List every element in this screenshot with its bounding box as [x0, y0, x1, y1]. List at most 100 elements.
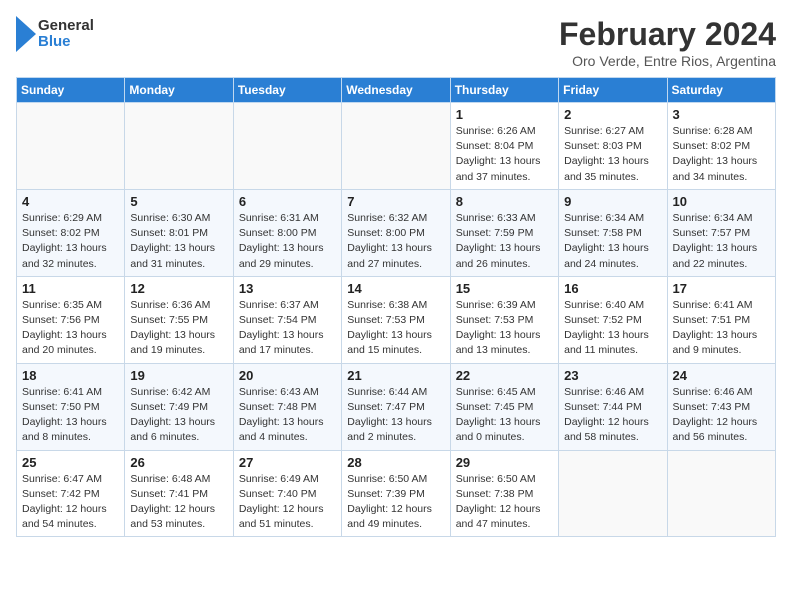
day-number: 12: [130, 281, 227, 296]
calendar-cell: 1 Sunrise: 6:26 AM Sunset: 8:04 PM Daylig…: [450, 103, 558, 190]
logo-blue: Blue: [38, 34, 94, 51]
day-info: Sunrise: 6:35 AM Sunset: 7:56 PM Dayligh…: [22, 298, 119, 359]
day-info: Sunrise: 6:38 AM Sunset: 7:53 PM Dayligh…: [347, 298, 444, 359]
day-info: Sunrise: 6:26 AM Sunset: 8:04 PM Dayligh…: [456, 124, 553, 185]
day-number: 15: [456, 281, 553, 296]
calendar-cell: [125, 103, 233, 190]
day-number: 21: [347, 368, 444, 383]
day-number: 14: [347, 281, 444, 296]
day-number: 13: [239, 281, 336, 296]
day-header-saturday: Saturday: [667, 78, 775, 103]
day-info: Sunrise: 6:28 AM Sunset: 8:02 PM Dayligh…: [673, 124, 770, 185]
day-info: Sunrise: 6:49 AM Sunset: 7:40 PM Dayligh…: [239, 472, 336, 533]
day-number: 28: [347, 455, 444, 470]
calendar-cell: 3 Sunrise: 6:28 AM Sunset: 8:02 PM Daylig…: [667, 103, 775, 190]
calendar-cell: 13 Sunrise: 6:37 AM Sunset: 7:54 PM Dayli…: [233, 276, 341, 363]
calendar-cell: [233, 103, 341, 190]
day-info: Sunrise: 6:37 AM Sunset: 7:54 PM Dayligh…: [239, 298, 336, 359]
day-info: Sunrise: 6:29 AM Sunset: 8:02 PM Dayligh…: [22, 211, 119, 272]
day-header-friday: Friday: [559, 78, 667, 103]
day-info: Sunrise: 6:41 AM Sunset: 7:51 PM Dayligh…: [673, 298, 770, 359]
day-header-monday: Monday: [125, 78, 233, 103]
calendar-week-row: 4 Sunrise: 6:29 AM Sunset: 8:02 PM Daylig…: [17, 189, 776, 276]
day-info: Sunrise: 6:47 AM Sunset: 7:42 PM Dayligh…: [22, 472, 119, 533]
day-number: 10: [673, 194, 770, 209]
logo-triangle-icon: [16, 16, 36, 52]
calendar-week-row: 25 Sunrise: 6:47 AM Sunset: 7:42 PM Dayli…: [17, 450, 776, 537]
calendar-cell: 11 Sunrise: 6:35 AM Sunset: 7:56 PM Dayli…: [17, 276, 125, 363]
calendar-cell: [667, 450, 775, 537]
calendar-cell: 2 Sunrise: 6:27 AM Sunset: 8:03 PM Daylig…: [559, 103, 667, 190]
calendar-cell: 8Sunrise: 6:33 AM Sunset: 7:59 PM Daylig…: [450, 189, 558, 276]
calendar-cell: 14 Sunrise: 6:38 AM Sunset: 7:53 PM Dayli…: [342, 276, 450, 363]
location-subtitle: Oro Verde, Entre Rios, Argentina: [559, 53, 776, 69]
day-header-sunday: Sunday: [17, 78, 125, 103]
day-info: Sunrise: 6:43 AM Sunset: 7:48 PM Dayligh…: [239, 385, 336, 446]
calendar-table: SundayMondayTuesdayWednesdayThursdayFrid…: [16, 77, 776, 537]
day-info: Sunrise: 6:27 AM Sunset: 8:03 PM Dayligh…: [564, 124, 661, 185]
calendar-week-row: 1 Sunrise: 6:26 AM Sunset: 8:04 PM Daylig…: [17, 103, 776, 190]
day-info: Sunrise: 6:48 AM Sunset: 7:41 PM Dayligh…: [130, 472, 227, 533]
calendar-cell: 6 Sunrise: 6:31 AM Sunset: 8:00 PM Daylig…: [233, 189, 341, 276]
page-header: General Blue February 2024 Oro Verde, En…: [16, 16, 776, 69]
day-number: 26: [130, 455, 227, 470]
day-info: Sunrise: 6:46 AM Sunset: 7:43 PM Dayligh…: [673, 385, 770, 446]
calendar-cell: 16Sunrise: 6:40 AM Sunset: 7:52 PM Dayli…: [559, 276, 667, 363]
logo-container: General Blue: [16, 16, 94, 52]
calendar-cell: 20Sunrise: 6:43 AM Sunset: 7:48 PM Dayli…: [233, 363, 341, 450]
day-info: Sunrise: 6:46 AM Sunset: 7:44 PM Dayligh…: [564, 385, 661, 446]
day-info: Sunrise: 6:32 AM Sunset: 8:00 PM Dayligh…: [347, 211, 444, 272]
day-number: 22: [456, 368, 553, 383]
calendar-cell: 5 Sunrise: 6:30 AM Sunset: 8:01 PM Daylig…: [125, 189, 233, 276]
calendar-cell: 17 Sunrise: 6:41 AM Sunset: 7:51 PM Dayli…: [667, 276, 775, 363]
calendar-cell: 27 Sunrise: 6:49 AM Sunset: 7:40 PM Dayli…: [233, 450, 341, 537]
calendar-cell: 19 Sunrise: 6:42 AM Sunset: 7:49 PM Dayli…: [125, 363, 233, 450]
day-number: 9: [564, 194, 661, 209]
day-info: Sunrise: 6:31 AM Sunset: 8:00 PM Dayligh…: [239, 211, 336, 272]
day-info: Sunrise: 6:39 AM Sunset: 7:53 PM Dayligh…: [456, 298, 553, 359]
calendar-week-row: 18 Sunrise: 6:41 AM Sunset: 7:50 PM Dayli…: [17, 363, 776, 450]
day-header-tuesday: Tuesday: [233, 78, 341, 103]
calendar-cell: 10Sunrise: 6:34 AM Sunset: 7:57 PM Dayli…: [667, 189, 775, 276]
logo: General Blue: [16, 16, 94, 52]
calendar-cell: 9 Sunrise: 6:34 AM Sunset: 7:58 PM Daylig…: [559, 189, 667, 276]
day-info: Sunrise: 6:36 AM Sunset: 7:55 PM Dayligh…: [130, 298, 227, 359]
day-number: 2: [564, 107, 661, 122]
calendar-cell: 24 Sunrise: 6:46 AM Sunset: 7:43 PM Dayli…: [667, 363, 775, 450]
day-number: 4: [22, 194, 119, 209]
calendar-cell: 15 Sunrise: 6:39 AM Sunset: 7:53 PM Dayli…: [450, 276, 558, 363]
calendar-cell: 23 Sunrise: 6:46 AM Sunset: 7:44 PM Dayli…: [559, 363, 667, 450]
calendar-cell: 22 Sunrise: 6:45 AM Sunset: 7:45 PM Dayli…: [450, 363, 558, 450]
day-number: 3: [673, 107, 770, 122]
title-block: February 2024 Oro Verde, Entre Rios, Arg…: [559, 16, 776, 69]
day-number: 11: [22, 281, 119, 296]
day-number: 27: [239, 455, 336, 470]
day-info: Sunrise: 6:50 AM Sunset: 7:39 PM Dayligh…: [347, 472, 444, 533]
day-info: Sunrise: 6:34 AM Sunset: 7:58 PM Dayligh…: [564, 211, 661, 272]
day-number: 17: [673, 281, 770, 296]
day-info: Sunrise: 6:44 AM Sunset: 7:47 PM Dayligh…: [347, 385, 444, 446]
day-header-wednesday: Wednesday: [342, 78, 450, 103]
calendar-cell: 29 Sunrise: 6:50 AM Sunset: 7:38 PM Dayli…: [450, 450, 558, 537]
calendar-cell: 18 Sunrise: 6:41 AM Sunset: 7:50 PM Dayli…: [17, 363, 125, 450]
calendar-cell: 26 Sunrise: 6:48 AM Sunset: 7:41 PM Dayli…: [125, 450, 233, 537]
day-number: 7: [347, 194, 444, 209]
day-number: 19: [130, 368, 227, 383]
day-info: Sunrise: 6:45 AM Sunset: 7:45 PM Dayligh…: [456, 385, 553, 446]
day-number: 25: [22, 455, 119, 470]
day-number: 8: [456, 194, 553, 209]
day-number: 16: [564, 281, 661, 296]
day-number: 18: [22, 368, 119, 383]
day-info: Sunrise: 6:50 AM Sunset: 7:38 PM Dayligh…: [456, 472, 553, 533]
day-info: Sunrise: 6:41 AM Sunset: 7:50 PM Dayligh…: [22, 385, 119, 446]
calendar-cell: 25 Sunrise: 6:47 AM Sunset: 7:42 PM Dayli…: [17, 450, 125, 537]
day-number: 29: [456, 455, 553, 470]
day-number: 23: [564, 368, 661, 383]
day-number: 6: [239, 194, 336, 209]
day-info: Sunrise: 6:42 AM Sunset: 7:49 PM Dayligh…: [130, 385, 227, 446]
day-number: 24: [673, 368, 770, 383]
calendar-cell: [342, 103, 450, 190]
day-info: Sunrise: 6:30 AM Sunset: 8:01 PM Dayligh…: [130, 211, 227, 272]
day-number: 5: [130, 194, 227, 209]
day-number: 1: [456, 107, 553, 122]
